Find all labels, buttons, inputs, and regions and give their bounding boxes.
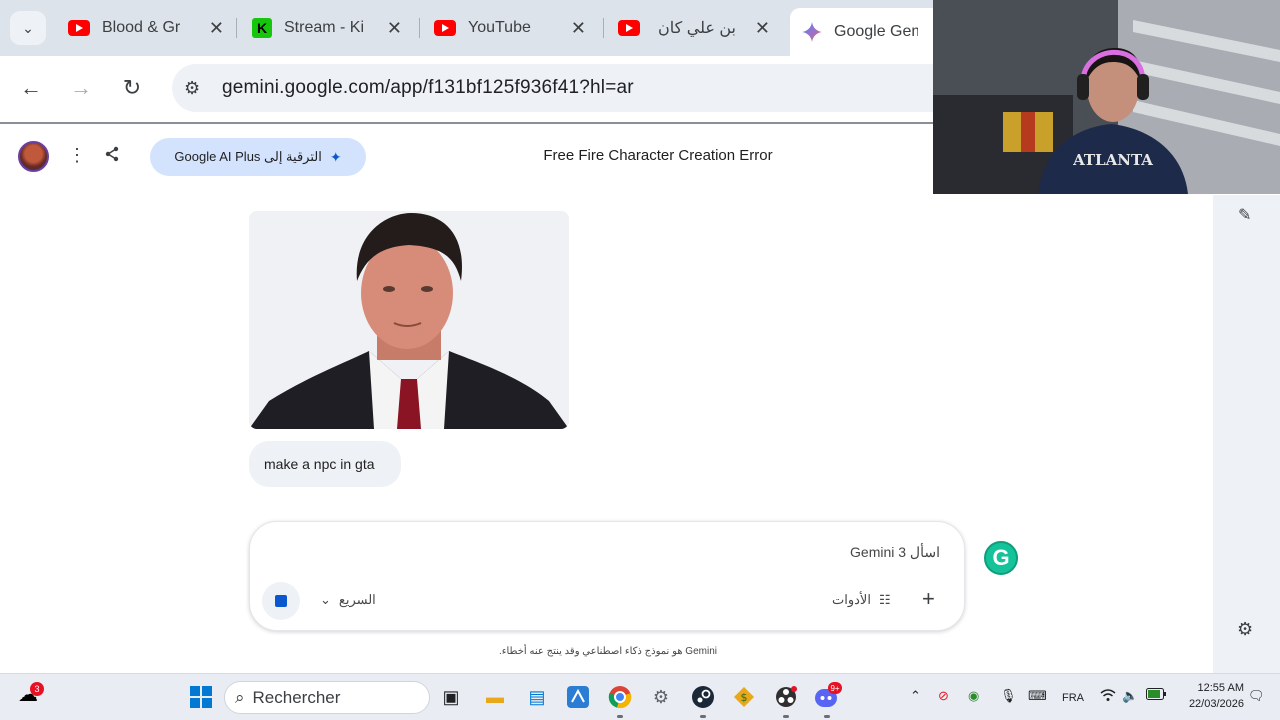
chevron-up-icon[interactable]: ⌃ [910, 688, 921, 704]
task-view-icon[interactable]: ▣ [438, 684, 464, 710]
taskbar: ☁ ⌕ Rechercher ▣ ▬ ▤ ⚙ $ 9+ ⌃ ⊘ ◉ 🎙 ⌨ FR… [0, 673, 1280, 720]
add-button[interactable]: + [922, 586, 935, 612]
tab-ben-ali[interactable]: بن علي كان ✕ [606, 8, 782, 48]
tab-title: Google Gem [834, 23, 918, 40]
weather-badge: 3 [30, 682, 44, 696]
tab-separator [603, 18, 604, 38]
tab-title: بن علي كان [658, 20, 736, 37]
active-indicator [824, 715, 830, 718]
search-placeholder: Rechercher [252, 687, 341, 707]
tab-title: Stream - Ki [284, 19, 365, 36]
user-message-text: make a npc in gta [264, 456, 375, 472]
upgrade-label: الترقية إلى Google AI Plus [174, 149, 322, 164]
microphone-icon[interactable]: 🎙 [1000, 688, 1017, 704]
volume-icon[interactable]: 🔈 [1122, 688, 1138, 704]
battery-icon[interactable] [1146, 688, 1166, 703]
tab-separator [236, 18, 237, 38]
start-button[interactable] [188, 684, 214, 710]
reload-button[interactable]: ↻ [117, 73, 147, 103]
close-icon[interactable]: ✕ [387, 18, 402, 39]
back-button[interactable]: ← [16, 73, 46, 103]
close-icon[interactable]: ✕ [755, 18, 770, 39]
stop-button[interactable] [262, 582, 300, 620]
tab-search-button[interactable]: ⌄ [10, 11, 46, 45]
active-indicator [617, 715, 623, 718]
tune-icon: ☷ [878, 592, 891, 607]
wifi-icon[interactable] [1100, 688, 1116, 705]
webcam-overlay: ATLANTA [933, 0, 1280, 194]
discord-badge: 9+ [828, 682, 842, 694]
arrow-left-icon: ← [20, 75, 42, 100]
clock[interactable]: 12:55 AM 22/03/2026 [1178, 680, 1244, 712]
notification-icon[interactable]: 🗨 [1248, 688, 1265, 704]
chrome-icon[interactable] [607, 684, 633, 710]
new-chat-icon[interactable]: ✎ [1238, 205, 1251, 225]
tools-label: الأدوات [832, 592, 871, 607]
more-menu-icon[interactable]: ⋮ [68, 145, 86, 166]
tab-title: YouTube [468, 19, 531, 36]
avatar[interactable] [18, 141, 49, 172]
forward-button[interactable]: → [66, 73, 96, 103]
youtube-icon [68, 20, 90, 36]
svg-text:ATLANTA: ATLANTA [1072, 151, 1153, 169]
grammarly-icon[interactable]: G [984, 541, 1018, 575]
url-text[interactable]: gemini.google.com/app/f131bf125f936f41?h… [222, 77, 634, 99]
tab-blood-and-gr[interactable]: Blood & Gr ✕ [56, 8, 236, 48]
close-icon[interactable]: ✕ [209, 18, 224, 39]
site-settings-icon[interactable]: ⚙ [184, 78, 200, 99]
clock-date: 22/03/2026 [1188, 698, 1244, 710]
youtube-icon [434, 20, 456, 36]
clock-time: 12:55 AM [1197, 682, 1244, 694]
file-explorer-icon[interactable]: ▬ [482, 684, 508, 710]
uploaded-image[interactable] [249, 211, 569, 429]
keyboard-icon[interactable]: ⌨ [1028, 688, 1047, 704]
kick-icon: K [252, 18, 272, 38]
taskbar-search[interactable]: ⌕ Rechercher [224, 681, 430, 714]
active-indicator [700, 715, 706, 718]
conversation-title[interactable]: Free Fire Character Creation Error [480, 147, 836, 164]
tools-button[interactable]: ☷ الأدوات [832, 592, 891, 608]
chevron-down-icon: ⌄ [320, 592, 331, 607]
prompt-placeholder[interactable]: اسأل Gemini 3 [850, 544, 940, 561]
upgrade-button[interactable]: ✦ الترقية إلى Google AI Plus [150, 138, 366, 176]
youtube-icon [618, 20, 640, 36]
search-icon: ⌕ [235, 687, 245, 707]
obs-icon[interactable] [773, 684, 799, 710]
sparkle-icon: ✦ [329, 148, 342, 165]
store-icon[interactable]: ▤ [524, 684, 550, 710]
active-indicator [783, 715, 789, 718]
tab-youtube[interactable]: YouTube ✕ [422, 8, 598, 48]
settings-icon[interactable]: ⚙ [1237, 619, 1253, 640]
money-app-icon[interactable]: $ [731, 684, 757, 710]
side-panel [1213, 195, 1280, 673]
tab-stream-kick[interactable]: K Stream - Ki ✕ [238, 8, 414, 48]
settings-app-icon[interactable]: ⚙ [648, 684, 674, 710]
language-indicator[interactable]: FRA [1062, 692, 1084, 704]
sync-icon[interactable]: ⊘ [938, 688, 949, 704]
chevron-down-icon: ⌄ [22, 19, 34, 36]
disclaimer-text: Gemini هو نموذج ذكاء اصطناعي وقد ينتج عن… [499, 646, 717, 657]
model-selector[interactable]: ⌄ السريع [320, 592, 376, 608]
close-icon[interactable]: ✕ [571, 18, 586, 39]
model-label: السريع [338, 592, 376, 607]
stop-icon [275, 595, 287, 607]
tab-google-gemini[interactable]: Google Gem [790, 8, 950, 56]
app-icon[interactable] [565, 684, 591, 710]
arrow-right-icon: → [70, 75, 92, 100]
plus-icon: + [922, 586, 935, 611]
gemini-icon [802, 22, 822, 42]
reload-icon: ↻ [122, 75, 142, 100]
prompt-input-box[interactable]: اسأل Gemini 3 ⌄ السريع ☷ الأدوات + [249, 521, 965, 631]
svg-text:$: $ [741, 691, 748, 704]
nvidia-icon[interactable]: ◉ [968, 688, 979, 704]
tab-title: Blood & Gr [102, 19, 181, 36]
tab-separator [419, 18, 420, 38]
share-icon[interactable] [103, 145, 121, 168]
user-message-bubble: make a npc in gta [249, 441, 401, 487]
steam-icon[interactable] [690, 684, 716, 710]
